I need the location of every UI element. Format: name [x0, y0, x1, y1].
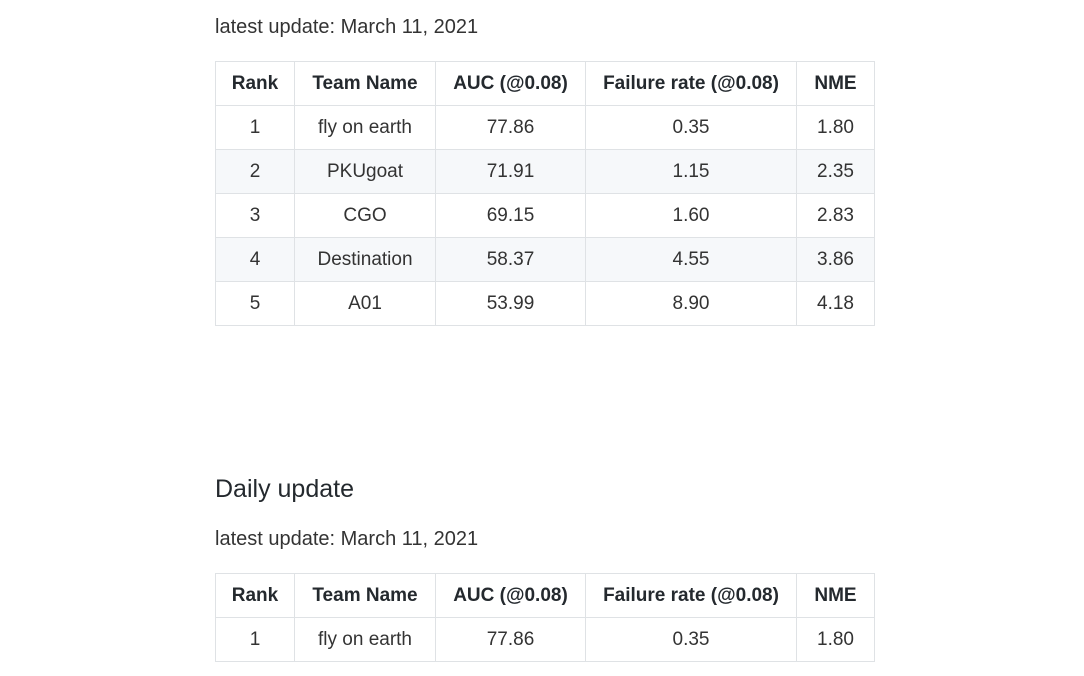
cell-nme: 2.35	[796, 149, 875, 194]
header-failure-rate: Failure rate (@0.08)	[585, 61, 797, 106]
cell-team-name: fly on earth	[294, 105, 436, 150]
leaderboard-table: Rank Team Name AUC (@0.08) Failure rate …	[215, 61, 875, 326]
cell-nme: 4.18	[796, 281, 875, 326]
cell-failure-rate: 4.55	[585, 237, 797, 282]
header-team-name: Team Name	[294, 573, 436, 618]
cell-rank: 4	[215, 237, 295, 282]
cell-auc: 77.86	[435, 617, 586, 662]
cell-nme: 3.86	[796, 237, 875, 282]
cell-team-name: CGO	[294, 193, 436, 238]
latest-update-text: latest update: March 11, 2021	[215, 16, 479, 38]
header-nme: NME	[796, 573, 875, 618]
header-team-name: Team Name	[294, 61, 436, 106]
cell-rank: 1	[215, 105, 295, 150]
cell-failure-rate: 1.15	[585, 149, 797, 194]
header-auc: AUC (@0.08)	[435, 573, 586, 618]
table-row: 3 CGO 69.15 1.60 2.83	[215, 193, 875, 238]
cell-team-name: A01	[294, 281, 436, 326]
header-rank: Rank	[215, 61, 295, 106]
table-row: 4 Destination 58.37 4.55 3.86	[215, 237, 875, 282]
table-row: 5 A01 53.99 8.90 4.18	[215, 281, 875, 326]
table-row: 2 PKUgoat 71.91 1.15 2.35	[215, 149, 875, 194]
cell-auc: 58.37	[435, 237, 586, 282]
cell-nme: 2.83	[796, 193, 875, 238]
cell-auc: 77.86	[435, 105, 586, 150]
cell-auc: 69.15	[435, 193, 586, 238]
table-header-row: Rank Team Name AUC (@0.08) Failure rate …	[215, 573, 875, 618]
cell-auc: 71.91	[435, 149, 586, 194]
latest-update-text: latest update: March 11, 2021	[215, 528, 479, 550]
header-failure-rate: Failure rate (@0.08)	[585, 573, 797, 618]
table-row: 1 fly on earth 77.86 0.35 1.80	[215, 105, 875, 150]
cell-failure-rate: 1.60	[585, 193, 797, 238]
daily-leaderboard-table: Rank Team Name AUC (@0.08) Failure rate …	[215, 573, 875, 662]
daily-update-heading: Daily update	[215, 475, 354, 503]
cell-failure-rate: 0.35	[585, 105, 797, 150]
cell-nme: 1.80	[796, 617, 875, 662]
cell-rank: 3	[215, 193, 295, 238]
cell-rank: 2	[215, 149, 295, 194]
table-header-row: Rank Team Name AUC (@0.08) Failure rate …	[215, 61, 875, 106]
cell-nme: 1.80	[796, 105, 875, 150]
cell-rank: 5	[215, 281, 295, 326]
cell-auc: 53.99	[435, 281, 586, 326]
table-row: 1 fly on earth 77.86 0.35 1.80	[215, 617, 875, 662]
cell-rank: 1	[215, 617, 295, 662]
header-auc: AUC (@0.08)	[435, 61, 586, 106]
cell-team-name: PKUgoat	[294, 149, 436, 194]
header-nme: NME	[796, 61, 875, 106]
cell-failure-rate: 0.35	[585, 617, 797, 662]
cell-failure-rate: 8.90	[585, 281, 797, 326]
cell-team-name: Destination	[294, 237, 436, 282]
header-rank: Rank	[215, 573, 295, 618]
cell-team-name: fly on earth	[294, 617, 436, 662]
